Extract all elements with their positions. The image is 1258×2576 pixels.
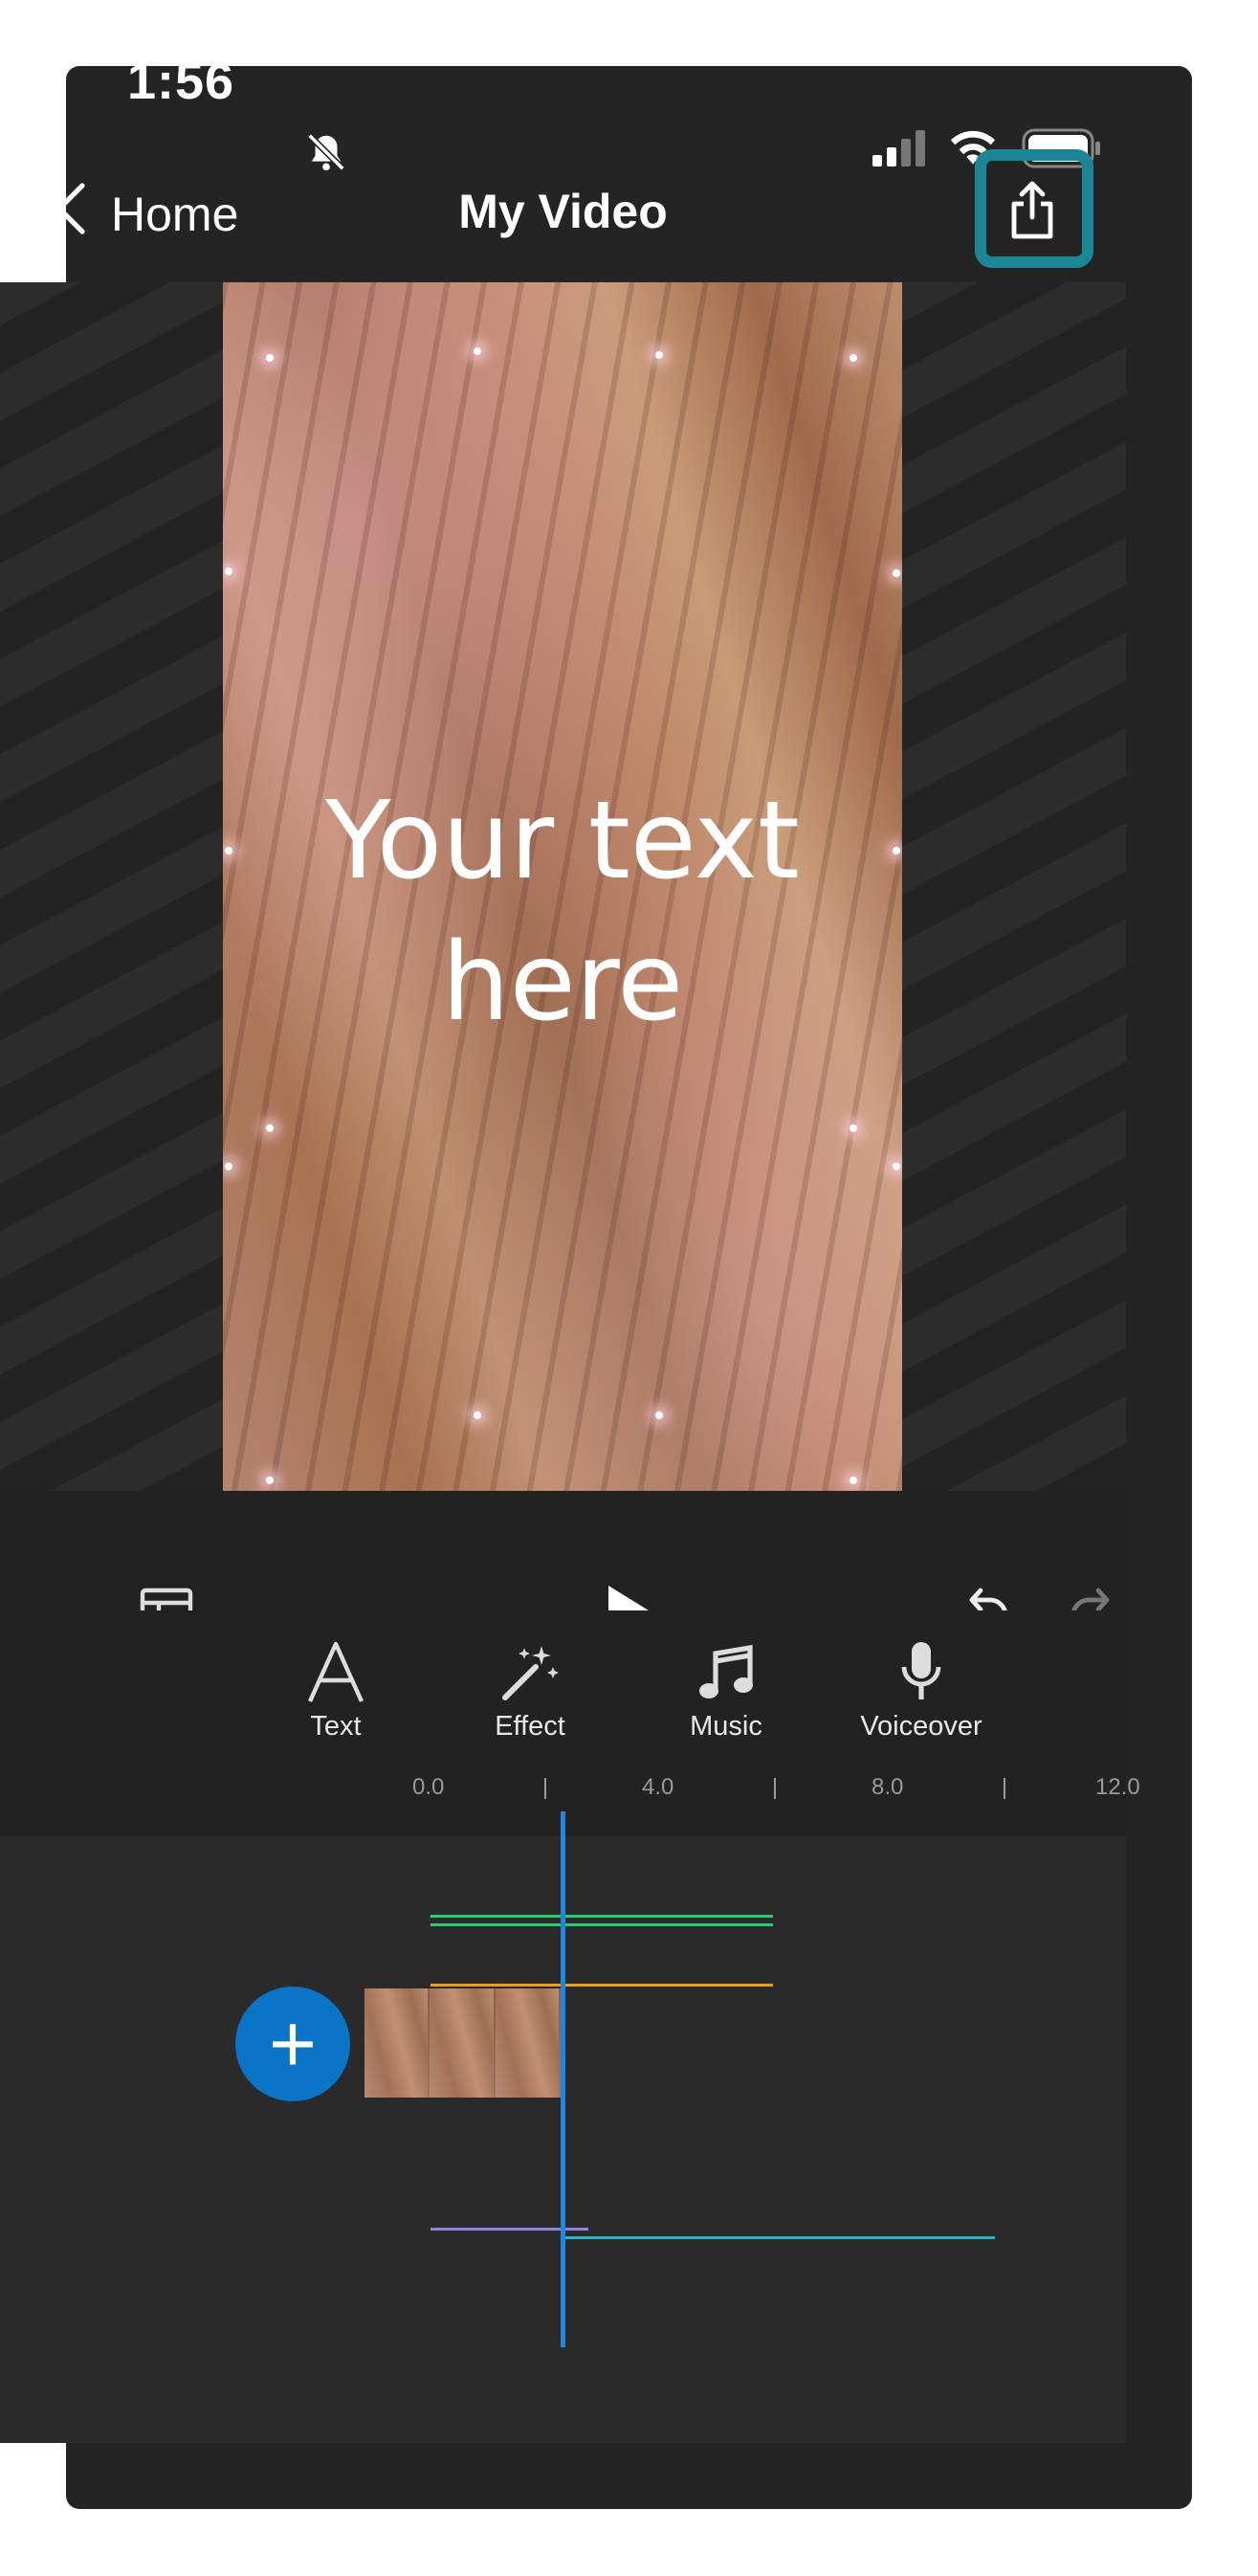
bell-muted-icon (304, 130, 348, 179)
voiceover-track[interactable] (564, 2236, 995, 2239)
overlay-text[interactable]: Your text here (223, 770, 902, 1054)
music-tool-button[interactable]: Music (650, 1627, 803, 1743)
sparkle (266, 1477, 274, 1484)
ruler-label: 12.0 (1095, 1774, 1140, 1800)
sparkle (225, 1163, 232, 1170)
ruler-tick (774, 1778, 776, 1799)
ruler-tick (1004, 1778, 1005, 1799)
clip-thumbnail (364, 1988, 430, 2098)
text-track[interactable] (430, 1923, 773, 1926)
overlay-text-line: here (441, 921, 684, 1045)
sparkle (474, 347, 481, 355)
status-time: 1:56 (127, 53, 235, 110)
ruler-label: 4.0 (642, 1774, 674, 1800)
share-highlight-box (975, 149, 1093, 268)
sparkle (266, 354, 274, 362)
chevron-left-icon (54, 182, 88, 247)
plus-icon: + (268, 1997, 318, 2090)
text-tool-button[interactable]: Text (259, 1627, 412, 1743)
add-clip-button[interactable]: + (235, 1987, 350, 2101)
ruler-tick (544, 1778, 546, 1799)
sparkle (655, 1411, 663, 1419)
clip-thumbnail (495, 1988, 561, 2098)
effect-tool-label: Effect (495, 1711, 565, 1742)
text-icon (259, 1627, 412, 1703)
voiceover-tool-label: Voiceover (860, 1711, 982, 1742)
text-track[interactable] (430, 1915, 773, 1918)
microphone-icon (845, 1627, 998, 1703)
magic-wand-icon (453, 1627, 607, 1703)
voiceover-tool-button[interactable]: Voiceover (845, 1627, 998, 1743)
music-note-icon (650, 1627, 803, 1703)
music-tool-label: Music (690, 1711, 762, 1742)
page-title: My Video (458, 185, 668, 238)
sparkle (850, 1477, 857, 1484)
sparkle (266, 1124, 274, 1132)
ruler-label: 8.0 (872, 1774, 904, 1800)
sparkle (893, 569, 900, 577)
playhead[interactable] (561, 1811, 565, 2347)
back-label: Home (111, 188, 239, 241)
clip-thumbnail (430, 1988, 496, 2098)
sparkle (655, 351, 663, 359)
effect-tool-button[interactable]: Effect (453, 1627, 607, 1743)
sparkle (474, 1411, 481, 1419)
sparkle (893, 1163, 900, 1170)
video-clip[interactable] (364, 1988, 561, 2098)
text-tool-label: Text (310, 1711, 362, 1742)
overlay-text-line: Your text (325, 779, 800, 903)
sparkle (225, 567, 232, 575)
cellular-signal-icon (872, 130, 930, 173)
ruler-label: 0.0 (412, 1774, 445, 1800)
effect-track[interactable] (430, 1984, 773, 1987)
sparkle (850, 354, 857, 362)
back-button[interactable]: Home (54, 182, 238, 247)
video-preview[interactable]: Your text here (223, 282, 902, 1491)
sparkle (850, 1124, 857, 1132)
